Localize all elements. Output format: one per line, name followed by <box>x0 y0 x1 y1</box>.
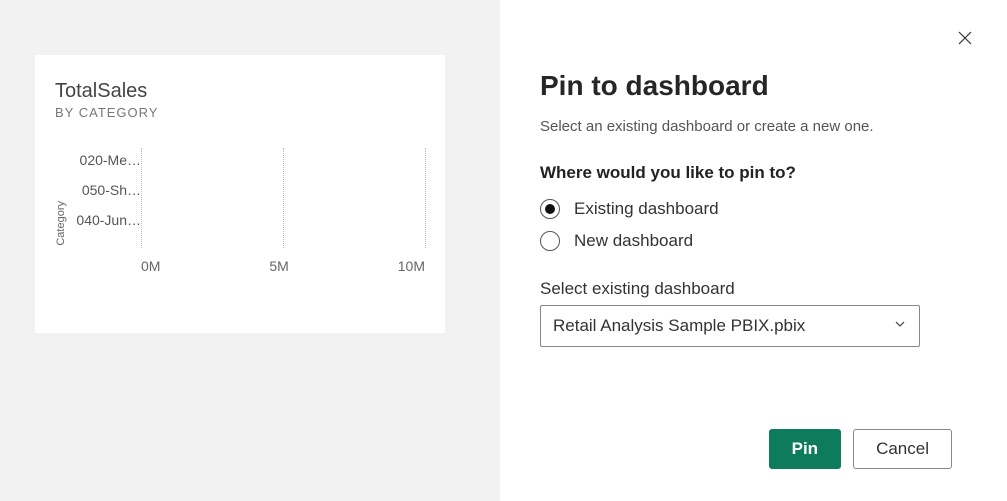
close-button[interactable] <box>955 28 975 48</box>
bar-label: 050-Sh… <box>73 182 141 198</box>
x-axis-tick-labels: 0M 5M 10M <box>141 258 425 274</box>
radio-group: Existing dashboard New dashboard <box>540 193 952 257</box>
radio-label: Existing dashboard <box>574 199 719 219</box>
plot-area: 0M 5M 10M <box>141 148 425 298</box>
y-axis-tick-labels: 020-Me… 050-Sh… 040-Jun… <box>73 148 141 298</box>
y-axis-label: Category <box>55 201 67 246</box>
chart-preview-pane: TotalSales BY CATEGORY Category 020-Me… … <box>0 0 500 501</box>
select-value: Retail Analysis Sample PBIX.pbix <box>553 316 805 336</box>
dashboard-select[interactable]: Retail Analysis Sample PBIX.pbix <box>540 305 920 347</box>
dialog-question: Where would you like to pin to? <box>540 163 952 183</box>
radio-icon <box>540 199 560 219</box>
chart-card: TotalSales BY CATEGORY Category 020-Me… … <box>35 55 445 333</box>
select-label: Select existing dashboard <box>540 279 952 299</box>
chart-subtitle: BY CATEGORY <box>55 105 425 120</box>
dialog-title: Pin to dashboard <box>540 70 952 102</box>
x-tick: 10M <box>398 258 425 274</box>
x-tick: 5M <box>269 258 288 274</box>
pin-dialog: Pin to dashboard Select an existing dash… <box>500 0 1007 501</box>
dialog-subtitle: Select an existing dashboard or create a… <box>540 118 952 135</box>
x-tick: 0M <box>141 258 160 274</box>
radio-label: New dashboard <box>574 231 693 251</box>
bar-label: 040-Jun… <box>73 212 141 228</box>
cancel-button[interactable]: Cancel <box>853 429 952 469</box>
radio-existing-dashboard[interactable]: Existing dashboard <box>540 193 952 225</box>
chart-title: TotalSales <box>55 80 425 103</box>
bar-label: 020-Me… <box>73 152 141 168</box>
radio-icon <box>540 231 560 251</box>
chevron-down-icon <box>893 316 907 336</box>
radio-new-dashboard[interactable]: New dashboard <box>540 225 952 257</box>
pin-button[interactable]: Pin <box>769 429 841 469</box>
